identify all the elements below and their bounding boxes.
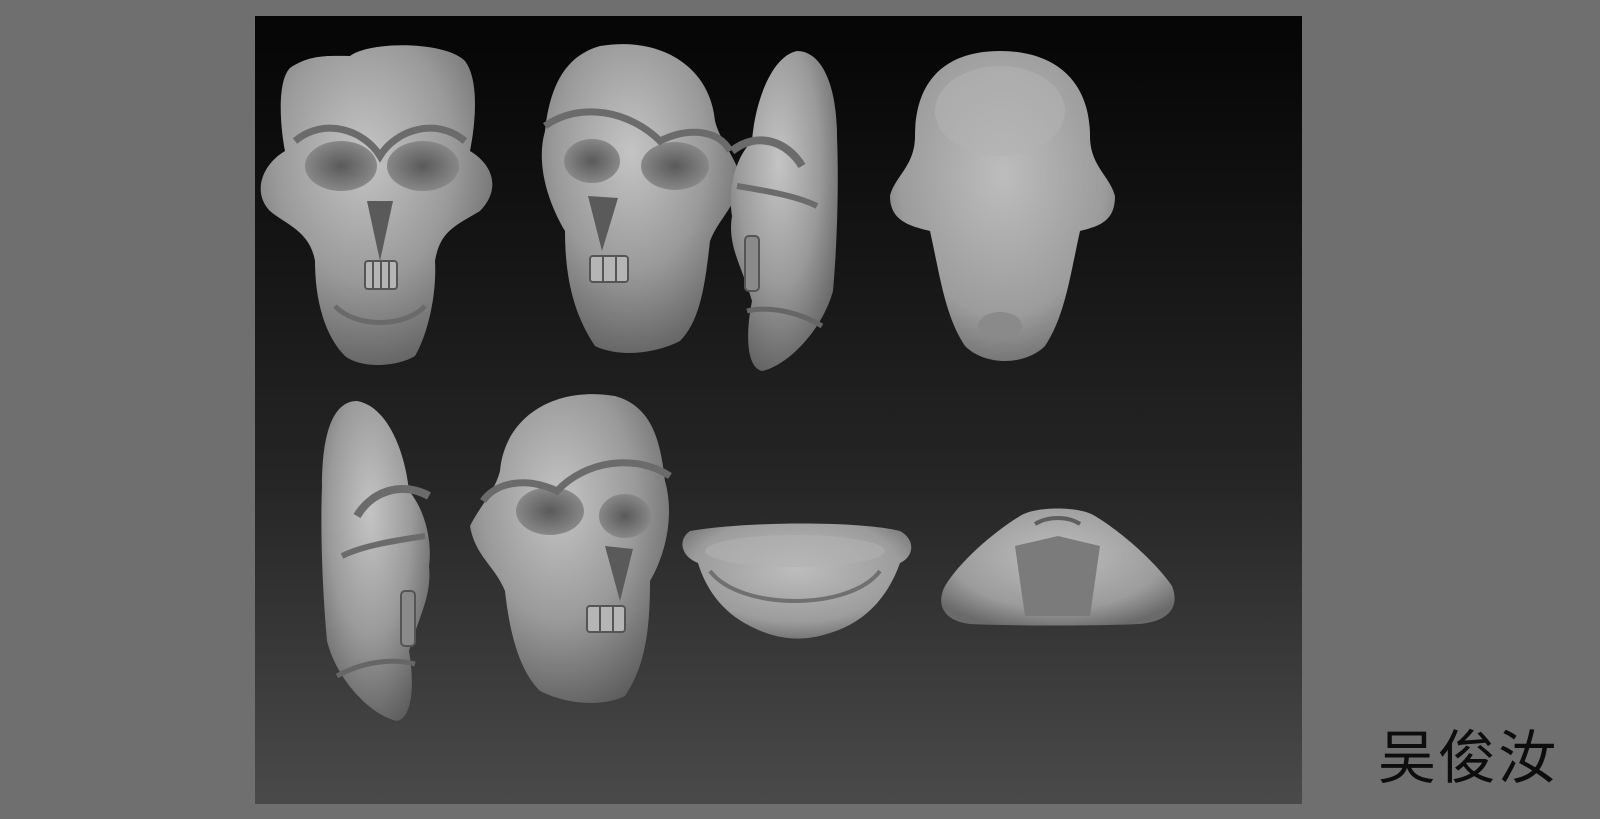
skull-render-sheet bbox=[260, 44, 1175, 721]
skull-front-view bbox=[260, 45, 493, 366]
skull-top-view bbox=[890, 51, 1115, 361]
skull-rear-underside-view bbox=[682, 523, 912, 639]
skull-side-right-view bbox=[729, 51, 838, 371]
skull-three-quarter-left-view bbox=[541, 44, 740, 353]
skull-side-left-view bbox=[321, 401, 431, 721]
skull-bottom-view bbox=[941, 508, 1175, 626]
skull-three-quarter-right-view bbox=[470, 394, 672, 703]
sculpt-canvas bbox=[255, 16, 1302, 804]
author-name: 吴俊汝 bbox=[1378, 724, 1559, 792]
page: 吴俊汝 bbox=[0, 0, 1600, 819]
